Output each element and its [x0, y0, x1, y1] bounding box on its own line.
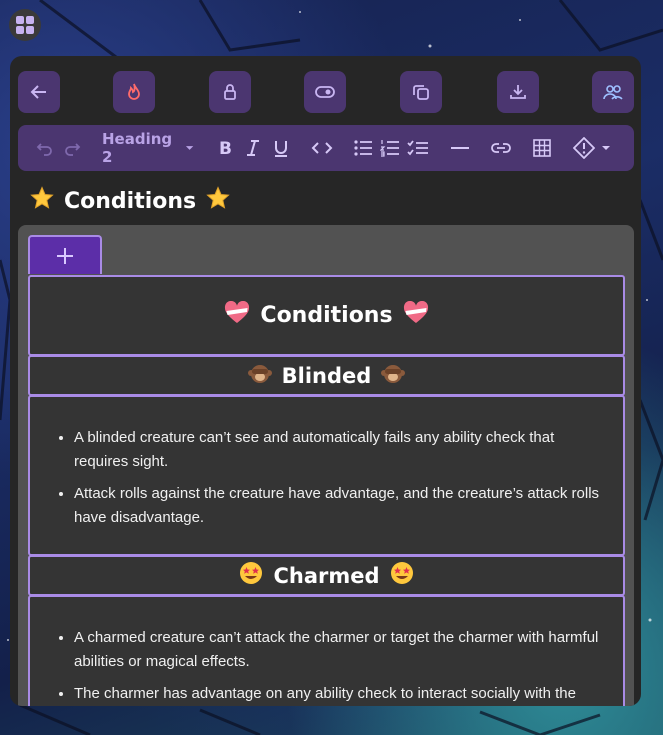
charmed-heading: Charmed [30, 557, 623, 594]
italic-icon [247, 140, 259, 156]
link-icon [491, 143, 511, 153]
table-button[interactable] [532, 125, 552, 171]
list-item: Attack rolls against the creature have a… [74, 482, 623, 530]
star-icon [30, 186, 54, 216]
redo-button[interactable] [62, 125, 82, 171]
diamond-alert-icon [573, 137, 595, 159]
ordered-list-button[interactable] [380, 125, 400, 171]
charmed-heading-box: Charmed [28, 555, 625, 596]
heading-select[interactable]: Heading 2 [102, 125, 194, 171]
svg-text:B: B [219, 139, 232, 157]
table-icon [533, 139, 551, 157]
blinded-bullet-list: A blinded creature can’t see and automat… [30, 426, 623, 530]
bold-button[interactable]: B [217, 125, 235, 171]
grid-icon [16, 16, 34, 34]
underline-icon [275, 141, 287, 157]
checklist-icon [407, 140, 428, 156]
section-title: Conditions [30, 277, 623, 354]
bullet-list-icon [354, 140, 372, 156]
code-icon [311, 142, 333, 154]
apps-menu-button[interactable] [9, 9, 41, 41]
undo-icon [36, 143, 52, 156]
ordered-list-icon [380, 140, 399, 157]
back-arrow-icon [30, 85, 46, 99]
underline-button[interactable] [272, 125, 290, 171]
download-button[interactable] [497, 71, 539, 113]
star-icon [206, 186, 230, 216]
toggle-button[interactable] [304, 71, 346, 113]
lock-button[interactable] [209, 71, 251, 113]
chevron-down-icon [185, 146, 194, 150]
blinded-heading-text: Blinded [281, 363, 372, 388]
bullet-list-button[interactable] [353, 125, 373, 171]
copy-icon [413, 85, 429, 100]
fire-icon [128, 83, 140, 100]
charmed-bullet-list: A charmed creature can’t attack the char… [30, 626, 623, 706]
heading-select-value: Heading 2 [102, 130, 173, 166]
top-toolbar [18, 71, 634, 113]
heart-icon [403, 300, 429, 331]
bold-icon: B [219, 139, 232, 157]
italic-button[interactable] [244, 125, 262, 171]
code-button[interactable] [310, 125, 334, 171]
list-item: The charmer has advantage on any ability… [74, 682, 623, 706]
charmed-heading-text: Charmed [273, 563, 380, 588]
section-title-box: Conditions [28, 275, 625, 356]
plus-icon [57, 247, 73, 264]
page-title-text: Conditions [64, 188, 197, 214]
horizontal-rule-icon [451, 147, 469, 149]
checklist-button[interactable] [407, 125, 429, 171]
heart-icon [224, 300, 250, 331]
download-icon [510, 85, 526, 99]
list-item: A blinded creature can’t see and automat… [74, 426, 623, 474]
redo-icon [65, 143, 81, 156]
add-tab-button[interactable] [28, 235, 102, 274]
favorite-button[interactable] [113, 71, 155, 113]
star-struck-icon [390, 561, 414, 590]
toggle-icon [315, 86, 335, 98]
share-users-button[interactable] [592, 71, 634, 113]
blinded-heading: Blinded [30, 357, 623, 394]
duplicate-button[interactable] [400, 71, 442, 113]
lock-icon [224, 84, 236, 100]
see-no-evil-monkey-icon [381, 362, 406, 389]
users-icon [603, 85, 623, 100]
undo-button[interactable] [35, 125, 55, 171]
back-button[interactable] [18, 71, 60, 113]
formatting-toolbar: Heading 2 B [18, 125, 634, 171]
document-content[interactable]: Conditions Blinded A blinded creature ca… [18, 225, 634, 706]
section-title-text: Conditions [260, 303, 393, 328]
charmed-body-box[interactable]: A charmed creature can’t attack the char… [28, 595, 625, 706]
blinded-heading-box: Blinded [28, 355, 625, 396]
note-panel: Heading 2 B Conditions Conditions Blinde… [10, 56, 641, 706]
chevron-down-icon [602, 146, 610, 150]
list-item: A charmed creature can’t attack the char… [74, 626, 623, 674]
blinded-body-box[interactable]: A blinded creature can’t see and automat… [28, 395, 625, 556]
star-struck-icon [239, 561, 263, 590]
link-button[interactable] [489, 125, 513, 171]
horizontal-rule-button[interactable] [450, 125, 470, 171]
page-title: Conditions [30, 186, 230, 216]
insert-menu-button[interactable] [571, 125, 613, 171]
see-no-evil-monkey-icon [247, 362, 272, 389]
